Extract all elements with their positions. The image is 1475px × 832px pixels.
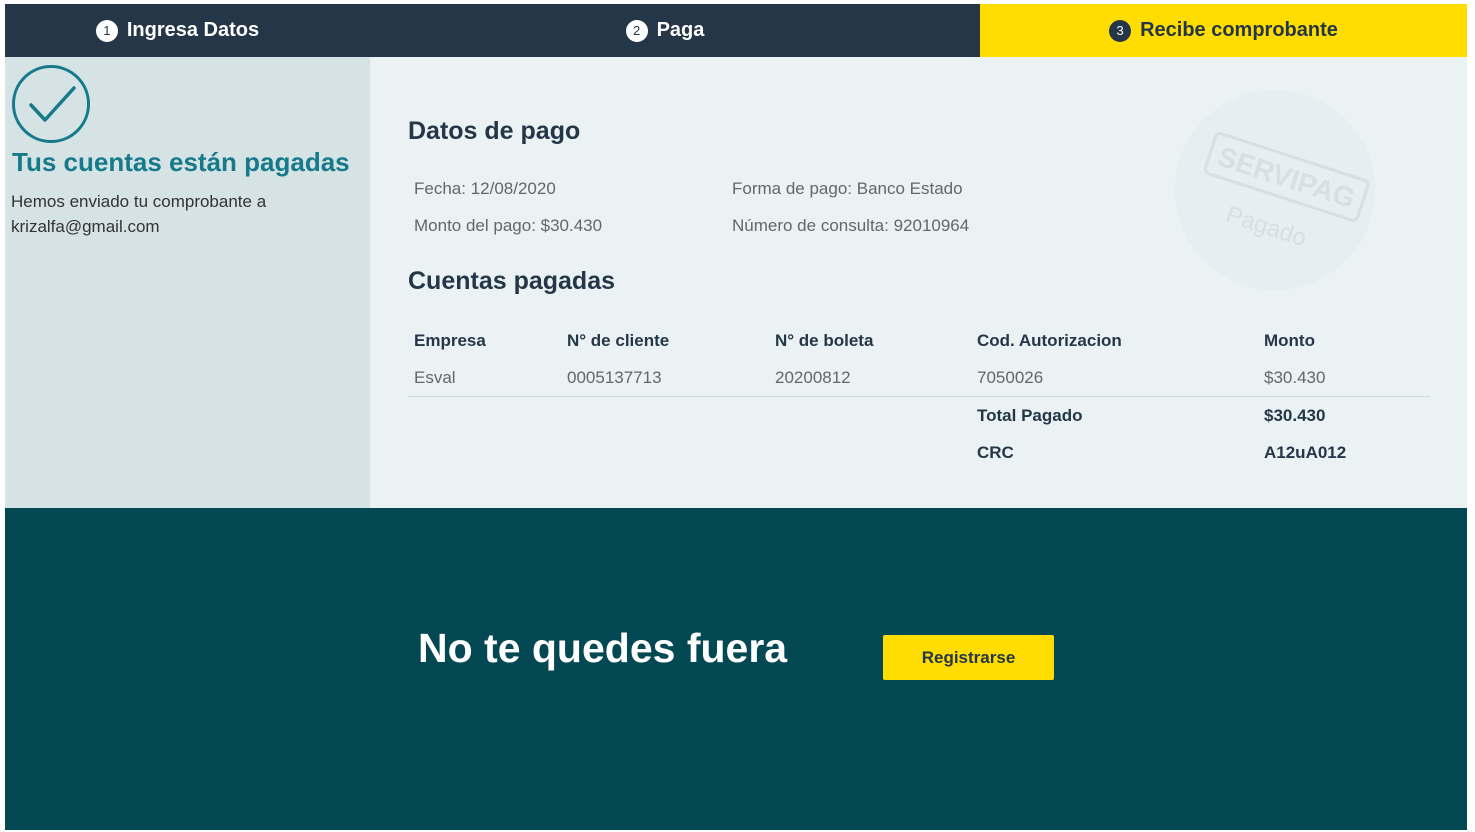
payment-amount: Monto del pago: $30.430	[414, 216, 603, 235]
confirmation-message: Hemos enviado tu comprobante a krizalfa@…	[11, 192, 267, 236]
payment-query-number: Número de consulta: 92010964	[732, 216, 970, 235]
total-label: Total Pagado	[977, 406, 1083, 425]
servipag-paid-stamp-icon: SERVIPAG Pagado	[1175, 90, 1375, 290]
payment-date: Fecha: 12/08/2020	[414, 179, 556, 198]
register-button[interactable]: Registrarse	[883, 635, 1054, 680]
step-number-2: 2	[625, 19, 648, 42]
step-paga: 2 Paga	[350, 4, 980, 57]
header-monto: Monto	[1264, 331, 1315, 350]
cell-cliente: 0005137713	[567, 368, 662, 387]
payment-method: Forma de pago: Banco Estado	[732, 179, 963, 198]
register-banner: No te quedes fuera Registrarse	[5, 508, 1467, 830]
checkout-steps: 1 Ingresa Datos 2 Paga 3 Recibe comproba…	[5, 4, 1467, 57]
payment-section-title: Datos de pago	[408, 117, 581, 145]
banner-title: No te quedes fuera	[418, 625, 788, 671]
crc-label: CRC	[977, 443, 1014, 462]
accounts-section-title: Cuentas pagadas	[408, 267, 616, 295]
step-label: Ingresa Datos	[126, 19, 260, 41]
total-row: Total Pagado $30.430	[408, 397, 1430, 434]
table-row: Esval 0005137713 20200812 7050026 $30.43…	[408, 359, 1430, 397]
paid-accounts-table: Empresa N° de cliente N° de boleta Cod. …	[408, 322, 1430, 471]
check-circle-icon	[12, 65, 90, 143]
cell-monto: $30.430	[1264, 368, 1326, 387]
confirmation-title: Tus cuentas están pagadas	[12, 147, 350, 177]
step-number-3: 3	[1109, 19, 1132, 42]
cell-empresa: Esval	[414, 368, 456, 387]
confirmation-panel: Tus cuentas están pagadas Hemos enviado …	[5, 57, 370, 508]
header-boleta: N° de boleta	[775, 331, 874, 350]
header-cliente: N° de cliente	[567, 331, 670, 350]
cell-boleta: 20200812	[775, 368, 851, 387]
header-empresa: Empresa	[414, 331, 486, 350]
total-value: $30.430	[1264, 406, 1326, 425]
step-recibe-comprobante: 3 Recibe comprobante	[980, 4, 1467, 57]
cell-autorizacion: 7050026	[977, 368, 1044, 387]
step-ingresa-datos: 1 Ingresa Datos	[5, 4, 350, 57]
receipt-panel: SERVIPAG Pagado Datos de pago Fecha: 12/…	[370, 57, 1467, 508]
step-label: Paga	[656, 19, 705, 41]
step-number-1: 1	[95, 19, 118, 42]
crc-value: A12uA012	[1264, 443, 1347, 462]
crc-row: CRC A12uA012	[408, 434, 1430, 471]
header-autorizacion: Cod. Autorizacion	[977, 331, 1122, 350]
step-label: Recibe comprobante	[1140, 19, 1338, 41]
table-header-row: Empresa N° de cliente N° de boleta Cod. …	[408, 322, 1430, 359]
